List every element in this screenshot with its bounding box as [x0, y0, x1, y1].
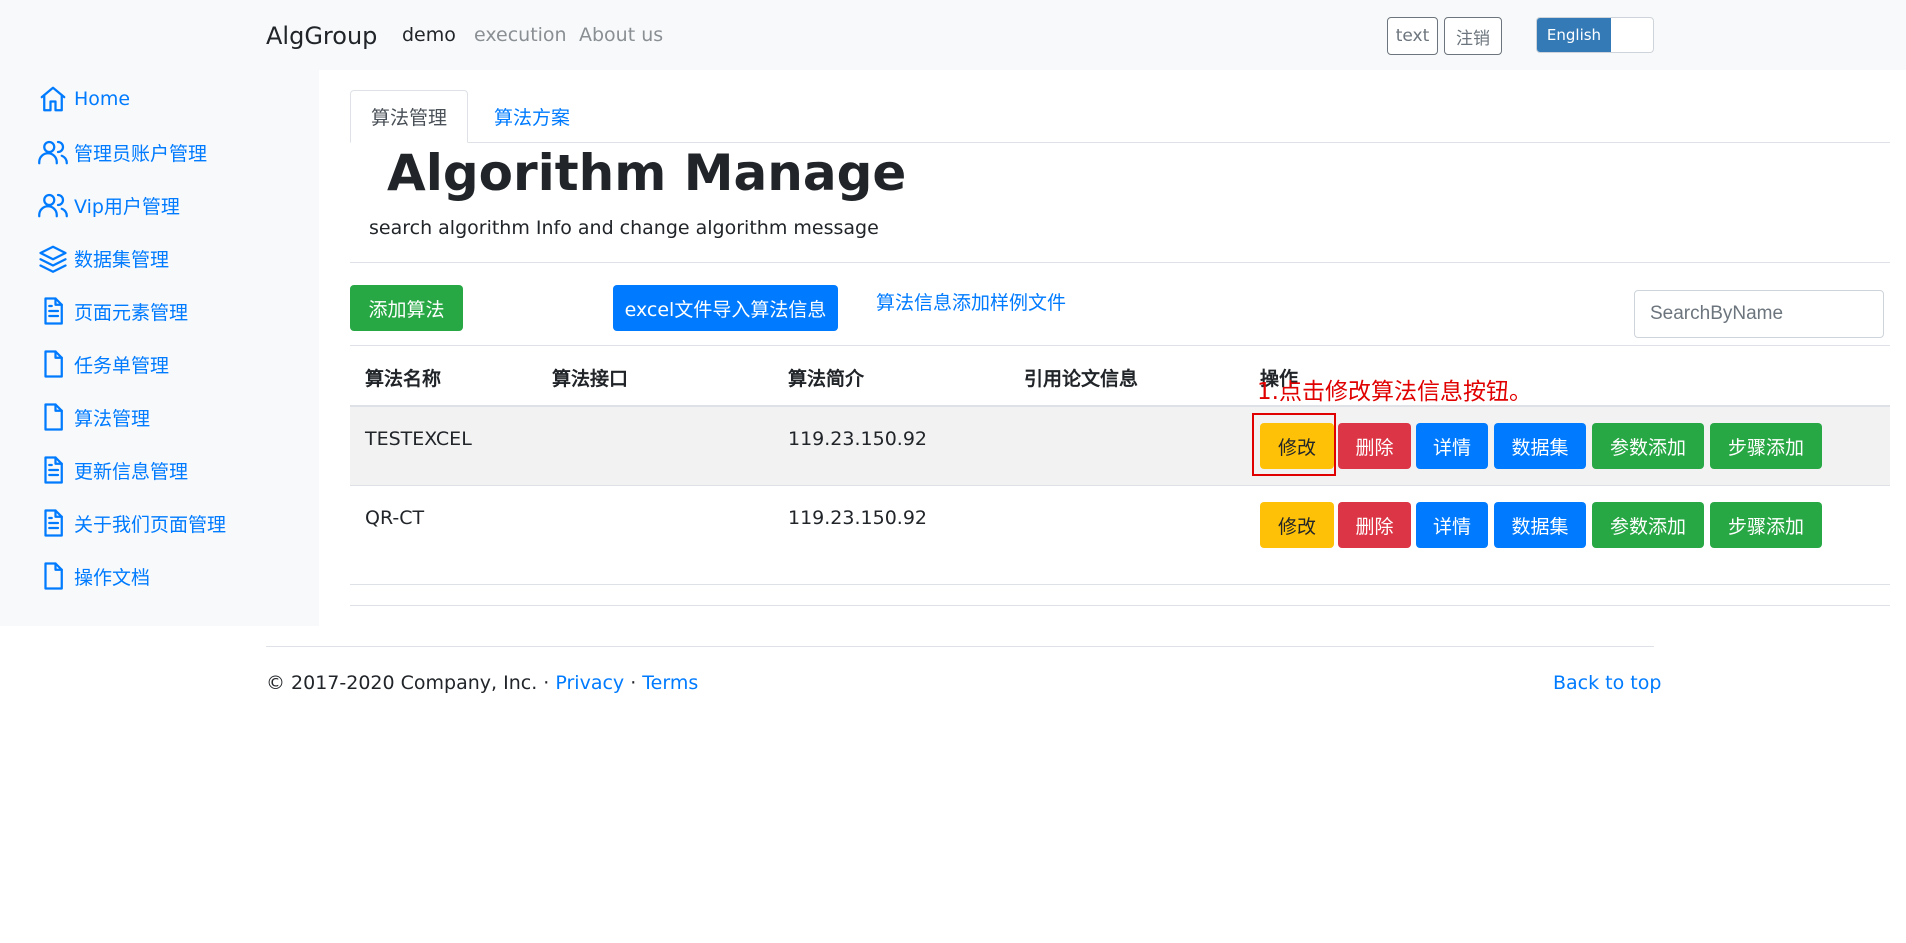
- sidebar: Home 管理员账户管理 Vip用户管理 数据集管理 页面元素管理 任务单管理 …: [0, 70, 319, 626]
- sidebar-item-label: 页面元素管理: [74, 301, 189, 324]
- file-icon: [38, 402, 68, 432]
- tab-algorithm-manage[interactable]: 算法管理: [350, 90, 469, 143]
- add-params-button[interactable]: 参数添加: [1592, 423, 1704, 469]
- users-icon: [38, 190, 68, 220]
- column-header-paper: 引用论文信息: [1024, 368, 1139, 390]
- file-text-icon: [38, 455, 68, 485]
- sidebar-item-algorithms[interactable]: 算法管理: [38, 401, 150, 433]
- sample-file-link[interactable]: 算法信息添加样例文件: [876, 288, 1066, 315]
- sidebar-item-about-page[interactable]: 关于我们页面管理: [38, 507, 226, 539]
- file-icon: [38, 561, 68, 591]
- search-input[interactable]: [1634, 290, 1884, 338]
- table-bottom-divider: [350, 584, 1890, 585]
- add-steps-button[interactable]: 步骤添加: [1710, 423, 1822, 469]
- footer-separator: ·: [624, 672, 643, 694]
- page-title: Algorithm Manage: [387, 144, 907, 202]
- nav-link-demo[interactable]: demo: [402, 24, 456, 46]
- footer-divider: [266, 646, 1654, 647]
- file-text-icon: [38, 296, 68, 326]
- add-params-button[interactable]: 参数添加: [1592, 502, 1704, 548]
- tab-algorithm-plan[interactable]: 算法方案: [474, 90, 590, 143]
- sidebar-item-home[interactable]: Home: [38, 83, 130, 115]
- users-icon: [38, 137, 68, 167]
- add-steps-button[interactable]: 步骤添加: [1710, 502, 1822, 548]
- dataset-button[interactable]: 数据集: [1494, 423, 1586, 469]
- sidebar-item-label: 操作文档: [74, 566, 151, 589]
- top-navbar: AlgGroup demo execution About us text 注销…: [0, 0, 1906, 70]
- details-button[interactable]: 详情: [1416, 502, 1488, 548]
- sidebar-item-tasks[interactable]: 任务单管理: [38, 348, 169, 380]
- sidebar-item-label: 关于我们页面管理: [74, 513, 227, 536]
- home-icon: [38, 84, 68, 114]
- column-header-intro: 算法简介: [788, 368, 865, 390]
- file-icon: [38, 349, 68, 379]
- footer-copyright: © 2017-2020 Company, Inc. · Privacy · Te…: [266, 672, 698, 694]
- sidebar-item-updates[interactable]: 更新信息管理: [38, 454, 188, 486]
- file-text-icon: [38, 508, 68, 538]
- copyright-text: © 2017-2020 Company, Inc. ·: [266, 672, 556, 694]
- sidebar-item-docs[interactable]: 操作文档: [38, 560, 150, 592]
- add-algorithm-button[interactable]: 添加算法: [350, 285, 463, 331]
- content-bottom-divider: [350, 605, 1890, 606]
- details-button[interactable]: 详情: [1416, 423, 1488, 469]
- page-subtitle: search algorithm Info and change algorit…: [369, 217, 879, 239]
- edit-button[interactable]: 修改: [1260, 502, 1334, 548]
- nav-link-about-us[interactable]: About us: [579, 24, 663, 46]
- sidebar-item-page-elements[interactable]: 页面元素管理: [38, 295, 188, 327]
- excel-import-button[interactable]: excel文件导入算法信息: [613, 285, 838, 331]
- privacy-link[interactable]: Privacy: [555, 672, 624, 694]
- sidebar-item-label: 数据集管理: [74, 248, 170, 271]
- row-divider: [350, 485, 1890, 486]
- annotation-text: 1.点击修改算法信息按钮。: [1257, 379, 1532, 405]
- sidebar-item-label: 算法管理: [74, 407, 151, 430]
- brand-logo[interactable]: AlgGroup: [266, 22, 377, 50]
- back-to-top-link[interactable]: Back to top: [1553, 672, 1661, 694]
- dataset-button[interactable]: 数据集: [1494, 502, 1586, 548]
- terms-link[interactable]: Terms: [642, 672, 698, 694]
- sidebar-item-label: 任务单管理: [74, 354, 170, 377]
- sidebar-item-label: 管理员账户管理: [74, 142, 208, 165]
- header-divider: [350, 262, 1890, 263]
- sidebar-item-label: 更新信息管理: [74, 460, 189, 483]
- sidebar-item-vip-users[interactable]: Vip用户管理: [38, 189, 180, 221]
- cell-name: QR-CT: [365, 507, 425, 529]
- annotation-highlight-box: [1252, 413, 1336, 476]
- cell-intro: 119.23.150.92: [788, 428, 928, 450]
- layers-icon: [38, 243, 68, 273]
- logout-button[interactable]: 注销: [1444, 17, 1502, 55]
- cell-name: TESTEXCEL: [365, 428, 472, 450]
- toolbar-divider: [350, 345, 1890, 346]
- delete-button[interactable]: 删除: [1338, 502, 1411, 548]
- delete-button[interactable]: 删除: [1338, 423, 1411, 469]
- column-header-name: 算法名称: [365, 368, 442, 390]
- cell-intro: 119.23.150.92: [788, 507, 928, 529]
- sidebar-item-admin-accounts[interactable]: 管理员账户管理: [38, 136, 207, 168]
- language-label: English: [1537, 18, 1611, 52]
- nav-link-execution[interactable]: execution: [474, 24, 567, 46]
- sidebar-item-label: Home: [74, 88, 131, 110]
- text-button[interactable]: text: [1387, 17, 1438, 55]
- sidebar-item-label: Vip用户管理: [74, 195, 180, 218]
- column-header-interface: 算法接口: [552, 368, 629, 390]
- sidebar-item-datasets[interactable]: 数据集管理: [38, 242, 169, 274]
- language-toggle[interactable]: English: [1536, 17, 1654, 53]
